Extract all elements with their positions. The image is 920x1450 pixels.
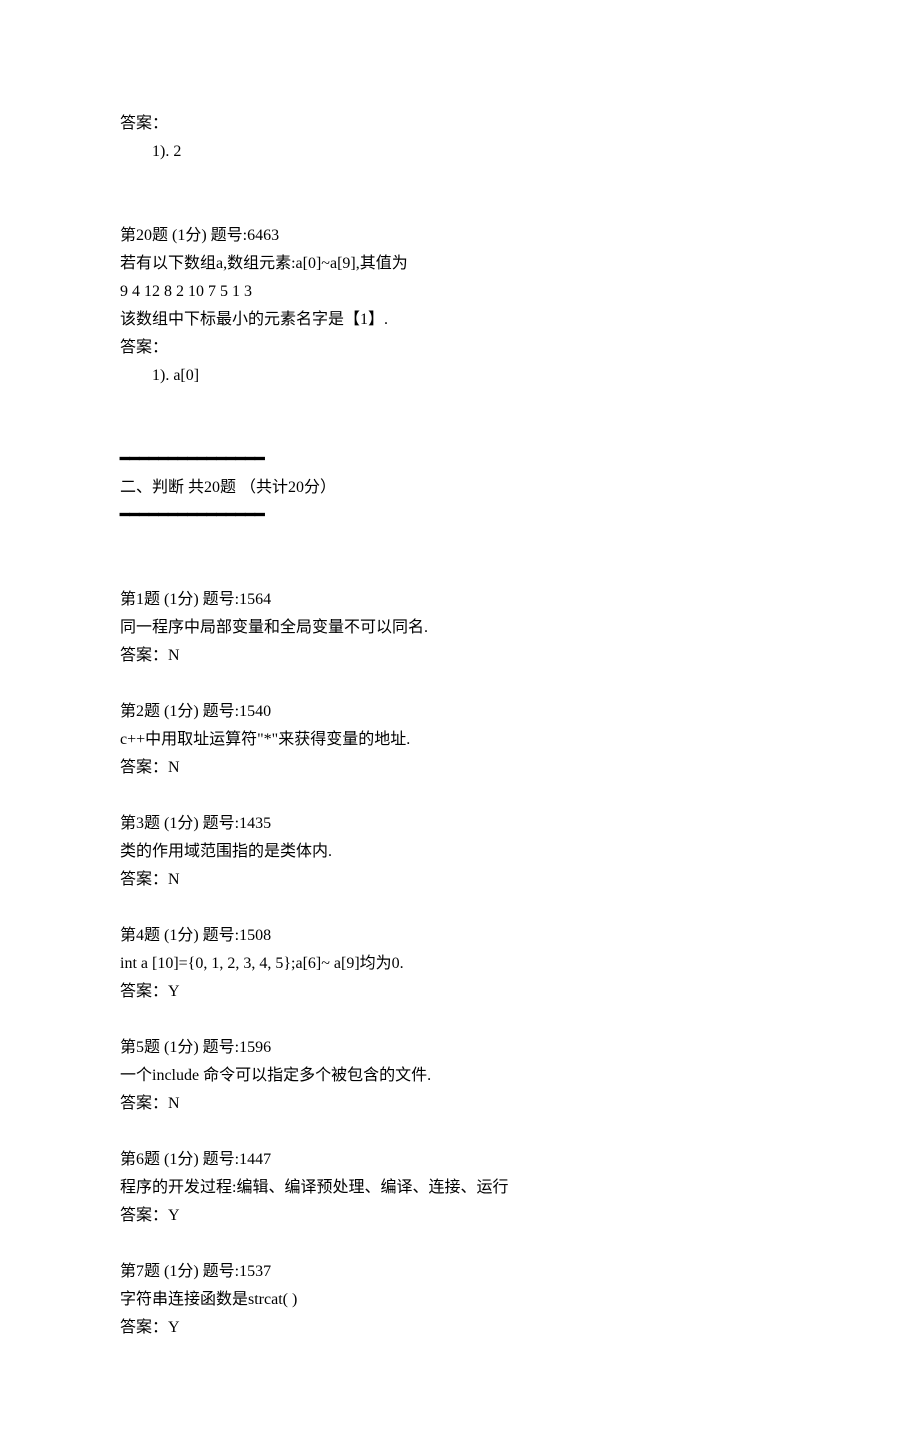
question-line: 9 4 12 8 2 10 7 5 1 3 — [120, 278, 800, 306]
answer-line: 答案：Y — [120, 1202, 800, 1230]
answer-label: 答案： — [120, 110, 800, 138]
question-header: 第1题 (1分) 题号:1564 — [120, 586, 800, 614]
answer-line: 答案：N — [120, 642, 800, 670]
judge-7-block: 第7题 (1分) 题号:1537 字符串连接函数是strcat( ) 答案：Y — [120, 1258, 800, 1342]
answer-value: 1). a[0] — [120, 362, 800, 390]
judge-5-block: 第5题 (1分) 题号:1596 一个include 命令可以指定多个被包含的文… — [120, 1034, 800, 1118]
document-page: 答案： 1). 2 第20题 (1分) 题号:6463 若有以下数组a,数组元素… — [0, 0, 920, 1450]
answer-line: 答案：Y — [120, 978, 800, 1006]
answer-value: 1). 2 — [120, 138, 800, 166]
answer-line: 答案：N — [120, 1090, 800, 1118]
question-text: 程序的开发过程:编辑、编译预处理、编译、连接、运行 — [120, 1174, 800, 1202]
divider-line: ━━━━━━━━━━━━━━━ — [120, 502, 800, 530]
question-text: 同一程序中局部变量和全局变量不可以同名. — [120, 614, 800, 642]
question-text: 字符串连接函数是strcat( ) — [120, 1286, 800, 1314]
judge-4-block: 第4题 (1分) 题号:1508 int a [10]={0, 1, 2, 3,… — [120, 922, 800, 1006]
question-header: 第2题 (1分) 题号:1540 — [120, 698, 800, 726]
question-header: 第3题 (1分) 题号:1435 — [120, 810, 800, 838]
question-header: 第20题 (1分) 题号:6463 — [120, 222, 800, 250]
question-19-answer-block: 答案： 1). 2 — [120, 110, 800, 166]
answer-line: 答案：N — [120, 754, 800, 782]
question-text: c++中用取址运算符"*"来获得变量的地址. — [120, 726, 800, 754]
question-text: 类的作用域范围指的是类体内. — [120, 838, 800, 866]
question-header: 第7题 (1分) 题号:1537 — [120, 1258, 800, 1286]
judge-2-block: 第2题 (1分) 题号:1540 c++中用取址运算符"*"来获得变量的地址. … — [120, 698, 800, 782]
judge-3-block: 第3题 (1分) 题号:1435 类的作用域范围指的是类体内. 答案：N — [120, 810, 800, 894]
answer-label: 答案： — [120, 334, 800, 362]
question-20-block: 第20题 (1分) 题号:6463 若有以下数组a,数组元素:a[0]~a[9]… — [120, 222, 800, 390]
question-text: int a [10]={0, 1, 2, 3, 4, 5};a[6]~ a[9]… — [120, 950, 800, 978]
judge-6-block: 第6题 (1分) 题号:1447 程序的开发过程:编辑、编译预处理、编译、连接、… — [120, 1146, 800, 1230]
question-line: 若有以下数组a,数组元素:a[0]~a[9],其值为 — [120, 250, 800, 278]
section-title: 二、判断 共20题 （共计20分） — [120, 474, 800, 502]
divider-line: ━━━━━━━━━━━━━━━ — [120, 446, 800, 474]
question-header: 第5题 (1分) 题号:1596 — [120, 1034, 800, 1062]
answer-line: 答案：Y — [120, 1314, 800, 1342]
answer-line: 答案：N — [120, 866, 800, 894]
judge-1-block: 第1题 (1分) 题号:1564 同一程序中局部变量和全局变量不可以同名. 答案… — [120, 586, 800, 670]
question-text: 一个include 命令可以指定多个被包含的文件. — [120, 1062, 800, 1090]
question-line: 该数组中下标最小的元素名字是【1】. — [120, 306, 800, 334]
section-2-header: ━━━━━━━━━━━━━━━ 二、判断 共20题 （共计20分） ━━━━━━… — [120, 446, 800, 530]
question-header: 第6题 (1分) 题号:1447 — [120, 1146, 800, 1174]
question-header: 第4题 (1分) 题号:1508 — [120, 922, 800, 950]
